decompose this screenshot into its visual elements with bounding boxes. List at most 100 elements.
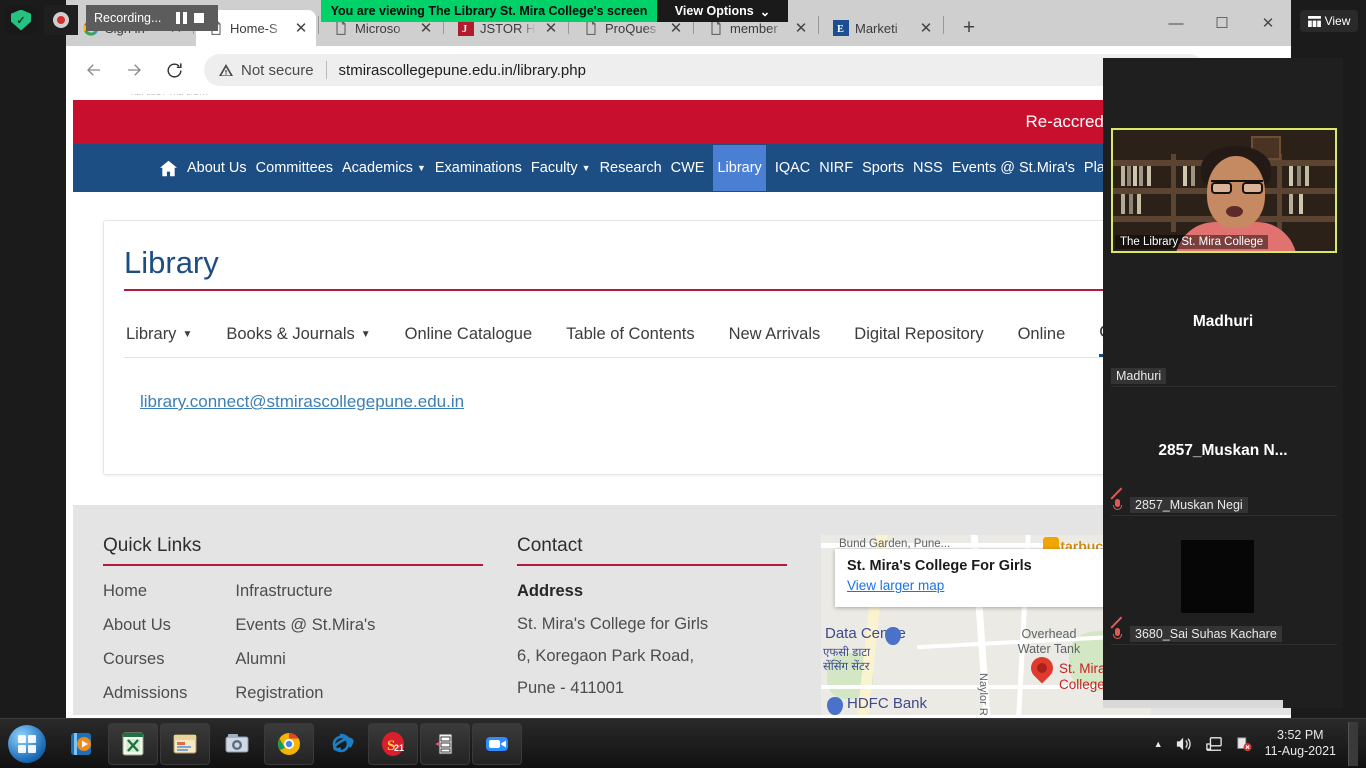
taskbar-chrome[interactable] [264, 723, 314, 765]
close-tab-button[interactable]: ✕ [917, 21, 935, 36]
start-button[interactable] [0, 722, 54, 766]
taskbar-zoom-app[interactable] [472, 723, 522, 765]
zoom-video-tile-off[interactable] [1181, 540, 1254, 613]
subtab-books-journals[interactable]: Books & Journals▼ [226, 317, 370, 357]
subtab-label: Online Catalogue [405, 325, 533, 344]
subtab-table-of-contents[interactable]: Table of Contents [566, 317, 694, 357]
minimize-button[interactable]: — [1153, 0, 1199, 46]
close-tab-button[interactable]: ✕ [542, 21, 560, 36]
new-tab-button[interactable]: + [954, 13, 984, 43]
tray-expand-button[interactable]: ▲ [1154, 739, 1163, 749]
nav-item-committees[interactable]: Committees [256, 160, 333, 176]
address-line: St. Mira's College for Girls [517, 615, 787, 634]
browser-tab[interactable]: EMarketi✕ [821, 10, 941, 46]
zoom-participant-row[interactable]: 3680_Sai Suhas Kachare [1111, 623, 1337, 645]
view-options-button[interactable]: View Options ⌄ [657, 0, 788, 22]
footer-link[interactable]: Admissions [103, 684, 187, 703]
back-button[interactable] [76, 52, 112, 88]
map-label-hdfc: HDFC Bank [847, 695, 927, 713]
nav-item-research[interactable]: Research [600, 160, 662, 176]
nav-item-label: CWE [671, 160, 705, 176]
library-card: Library Library▼ Books & Journals▼ Online … [103, 220, 1261, 475]
nav-item-nss[interactable]: NSS [913, 160, 943, 176]
nav-item-sports[interactable]: Sports [862, 160, 904, 176]
footer-map[interactable]: Bund Garden, Pune... Starbucks Data Cent… [821, 535, 1151, 715]
title-underline [124, 289, 1240, 291]
jstor-icon: J [458, 20, 474, 36]
footer-link[interactable]: Alumni [235, 650, 375, 669]
close-tab-button[interactable]: ✕ [792, 21, 810, 36]
nav-item-about-us[interactable]: About Us [187, 160, 247, 176]
subtab-library[interactable]: Library▼ [126, 317, 192, 357]
taskbar-media-player[interactable] [56, 723, 106, 765]
subtab-digital-repository[interactable]: Digital Repository [854, 317, 983, 357]
zoom-participant-row[interactable]: 2857_Muskan Negi [1111, 494, 1337, 516]
nav-item-examinations[interactable]: Examinations [435, 160, 522, 176]
view-larger-map-link[interactable]: View larger map [847, 578, 944, 593]
close-window-button[interactable]: ✕ [1245, 0, 1291, 46]
footer-link[interactable]: Infrastructure [235, 582, 375, 601]
page-icon [333, 20, 349, 36]
security-alert-icon[interactable] [1235, 736, 1253, 752]
library-email-link[interactable]: library.connect@stmirascollegepune.edu.i… [124, 392, 464, 411]
record-dot-icon [53, 12, 69, 28]
svg-text:J: J [462, 24, 467, 35]
taskbar-file-explorer[interactable] [160, 723, 210, 765]
nav-item-library[interactable]: Library [713, 145, 765, 191]
clock[interactable]: 3:52 PM 11-Aug-2021 [1265, 728, 1336, 759]
maximize-button[interactable]: ☐ [1199, 0, 1245, 46]
horizontal-scrollbar[interactable] [1103, 700, 1283, 708]
footer-link[interactable]: Events @ St.Mira's [235, 616, 375, 635]
taskbar-excel[interactable] [108, 723, 158, 765]
subtab-label: Library [126, 325, 176, 344]
taskbar-internet-explorer[interactable] [316, 723, 366, 765]
subtab-new-arrivals[interactable]: New Arrivals [729, 317, 821, 357]
stop-recording-button[interactable] [194, 13, 204, 23]
record-indicator[interactable] [44, 5, 78, 35]
nav-item-events-st-mira-s[interactable]: Events @ St.Mira's [952, 160, 1075, 176]
zoom-video-tile-active[interactable]: The Library St. Mira College [1111, 128, 1337, 253]
nav-item-label: About Us [187, 160, 247, 176]
footer-link[interactable]: Courses [103, 650, 187, 669]
close-tab-button[interactable]: ✕ [292, 21, 310, 36]
nav-item-label: NIRF [819, 160, 853, 176]
system-tray: ▲ 3:52 PM 11-Aug-2021 [1154, 722, 1366, 766]
nav-item-iqac[interactable]: IQAC [775, 160, 810, 176]
nav-item-academics[interactable]: Academics▼ [342, 160, 426, 176]
tab-separator [818, 16, 819, 34]
security-indicator[interactable]: Not secure [218, 62, 314, 79]
footer-link[interactable]: Home [103, 582, 187, 601]
contact-underline [517, 564, 787, 566]
nav-item-faculty[interactable]: Faculty▼ [531, 160, 591, 176]
participant-name: 2857_Muskan Negi [1130, 497, 1248, 513]
taskbar-printer-app[interactable] [420, 723, 470, 765]
reload-button[interactable] [156, 52, 192, 88]
forward-button[interactable] [116, 52, 152, 88]
clock-date: 11-Aug-2021 [1265, 744, 1336, 760]
nav-item-label: Events @ St.Mira's [952, 160, 1075, 176]
zoom-view-button[interactable]: View [1300, 10, 1358, 32]
nav-item-nirf[interactable]: NIRF [819, 160, 853, 176]
footer-link[interactable]: About Us [103, 616, 187, 635]
nav-item-label: Faculty [531, 160, 578, 176]
home-icon[interactable] [159, 160, 178, 177]
subtab-label: Table of Contents [566, 325, 694, 344]
zoom-participant-row[interactable]: Madhuri [1111, 365, 1337, 387]
nav-item-cwe[interactable]: CWE [671, 160, 705, 176]
show-desktop-button[interactable] [1348, 722, 1358, 766]
taskbar-photo-app[interactable] [212, 723, 262, 765]
volume-icon[interactable] [1175, 736, 1193, 752]
subtab-online-catalogue[interactable]: Online Catalogue [405, 317, 533, 357]
close-tab-button[interactable]: ✕ [667, 21, 685, 36]
footer-link[interactable]: Registration [235, 684, 375, 703]
address-label: Address [517, 582, 787, 601]
network-icon[interactable] [1205, 736, 1223, 752]
window-controls: — ☐ ✕ [1153, 0, 1291, 46]
security-shield-badge: ✓ [6, 6, 36, 34]
close-tab-button[interactable]: ✕ [417, 21, 435, 36]
subtab-online[interactable]: Online [1018, 317, 1066, 357]
pause-recording-button[interactable] [176, 12, 187, 24]
nav-item-label: Research [600, 160, 662, 176]
address-bar[interactable]: Not secure stmirascollegepune.edu.in/lib… [204, 54, 1205, 86]
taskbar-s21-app[interactable]: S21 [368, 723, 418, 765]
